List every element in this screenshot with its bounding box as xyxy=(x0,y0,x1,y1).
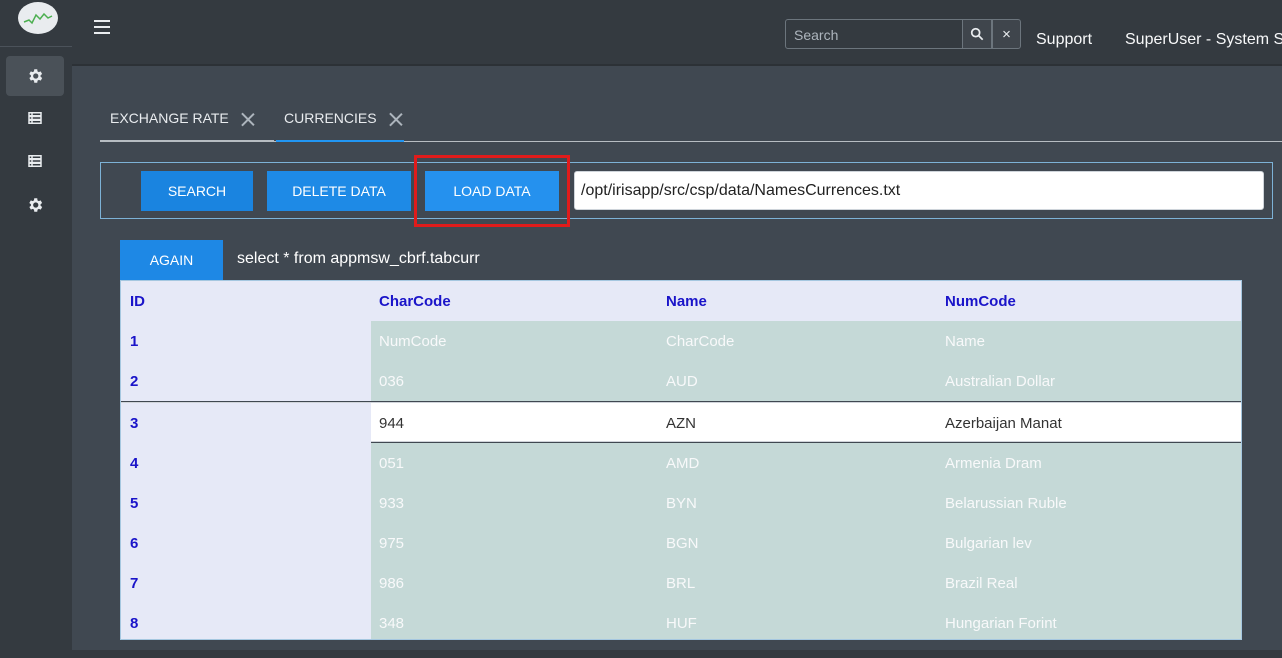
table-row[interactable]: 6 975 BGN Bulgarian lev xyxy=(121,523,1241,563)
sidebar xyxy=(0,0,72,658)
table-cell: Name xyxy=(945,332,986,350)
column-header[interactable]: ID xyxy=(121,281,371,321)
table-cell: 6 xyxy=(121,523,371,563)
file-path-input[interactable]: /opt/irisapp/src/csp/data/NamesCurrences… xyxy=(574,171,1264,210)
tab-label: CURRENCIES xyxy=(284,110,377,126)
table-cell: Belarussian Ruble xyxy=(945,494,1067,512)
table-cell: 051 xyxy=(379,454,405,472)
tab-exchange-rate[interactable]: EXCHANGE RATE xyxy=(110,110,255,142)
table-cell: HUF xyxy=(666,614,697,632)
table-row[interactable]: 5 933 BYN Belarussian Ruble xyxy=(121,483,1241,523)
search-input[interactable]: Search xyxy=(785,19,963,49)
table-cell: 2 xyxy=(121,361,371,401)
footer-bar xyxy=(72,650,1282,658)
hamburger-menu-icon[interactable] xyxy=(94,20,110,36)
table-cell: 975 xyxy=(379,534,405,552)
table-cell: Bulgarian lev xyxy=(945,534,1032,552)
table-cell: 986 xyxy=(379,574,405,592)
table-row[interactable]: 1 NumCode CharCode Name xyxy=(121,321,1241,361)
table-cell: 933 xyxy=(379,494,405,512)
sidebar-item-list-2[interactable] xyxy=(6,141,64,181)
search-button[interactable] xyxy=(962,19,992,49)
search-data-button[interactable]: SEARCH xyxy=(141,171,253,211)
tab-currencies[interactable]: CURRENCIES xyxy=(276,110,404,142)
table-cell: Azerbaijan Manat xyxy=(945,414,1062,432)
table-cell: 7 xyxy=(121,563,371,603)
tab-label: EXCHANGE RATE xyxy=(110,110,229,126)
highlight-box xyxy=(414,155,570,227)
table-row[interactable]: 7 986 BRL Brazil Real xyxy=(121,563,1241,603)
table-cell: BGN xyxy=(666,534,699,552)
results-table: ID CharCode Name NumCode 1 NumCode CharC… xyxy=(120,280,1242,640)
table-cell: 348 xyxy=(379,614,405,632)
table-cell: AUD xyxy=(666,372,698,390)
sidebar-item-list-1[interactable] xyxy=(6,98,64,138)
table-cell: 944 xyxy=(379,414,405,432)
column-header[interactable]: NumCode xyxy=(937,281,1241,321)
top-header: Search × Support SuperUser - System Su xyxy=(72,0,1282,66)
table-cell: AMD xyxy=(666,454,700,472)
table-cell: CharCode xyxy=(666,332,735,350)
table-cell: AZN xyxy=(666,414,696,432)
again-button[interactable]: AGAIN xyxy=(120,240,223,280)
table-cell: 3 xyxy=(121,403,371,443)
table-cell: 1 xyxy=(121,321,371,361)
table-cell: 8 xyxy=(121,603,371,639)
table-header-row: ID CharCode Name NumCode xyxy=(121,281,1241,321)
table-row-selected[interactable]: 3 944 AZN Azerbaijan Manat xyxy=(121,402,1241,443)
sidebar-item-settings[interactable] xyxy=(6,56,64,96)
sidebar-divider xyxy=(0,46,72,47)
table-cell: Australian Dollar xyxy=(945,372,1056,390)
clear-search-button[interactable]: × xyxy=(992,19,1021,49)
column-header[interactable]: CharCode xyxy=(371,281,658,321)
table-cell: 5 xyxy=(121,483,371,523)
list-icon xyxy=(28,112,42,124)
delete-data-button[interactable]: DELETE DATA xyxy=(267,171,411,211)
search-icon xyxy=(970,27,984,41)
app-logo[interactable] xyxy=(18,2,58,34)
table-row[interactable]: 8 348 HUF Hungarian Forint xyxy=(121,603,1241,639)
sidebar-item-settings-2[interactable] xyxy=(6,185,64,225)
table-row[interactable]: 2 036 AUD Australian Dollar xyxy=(121,361,1241,401)
close-icon[interactable] xyxy=(241,112,255,126)
gear-icon xyxy=(29,69,43,83)
support-link[interactable]: Support xyxy=(1036,31,1092,49)
tab-underline xyxy=(100,140,274,142)
table-cell: 4 xyxy=(121,443,371,483)
table-row[interactable]: 4 051 AMD Armenia Dram xyxy=(121,443,1241,483)
table-cell: BRL xyxy=(666,574,696,592)
user-menu[interactable]: SuperUser - System Su xyxy=(1125,31,1282,49)
table-cell: NumCode xyxy=(379,332,447,350)
gear-icon xyxy=(29,198,43,212)
list-icon xyxy=(28,155,42,167)
column-header[interactable]: Name xyxy=(658,281,937,321)
table-cell: Brazil Real xyxy=(945,574,1018,592)
table-cell: BYN xyxy=(666,494,697,512)
close-icon[interactable] xyxy=(389,112,403,126)
table-cell: Hungarian Forint xyxy=(945,614,1057,632)
sql-query-text: select * from appmsw_cbrf.tabcurr xyxy=(237,250,480,267)
table-cell: 036 xyxy=(379,372,405,390)
table-cell: Armenia Dram xyxy=(945,454,1042,472)
